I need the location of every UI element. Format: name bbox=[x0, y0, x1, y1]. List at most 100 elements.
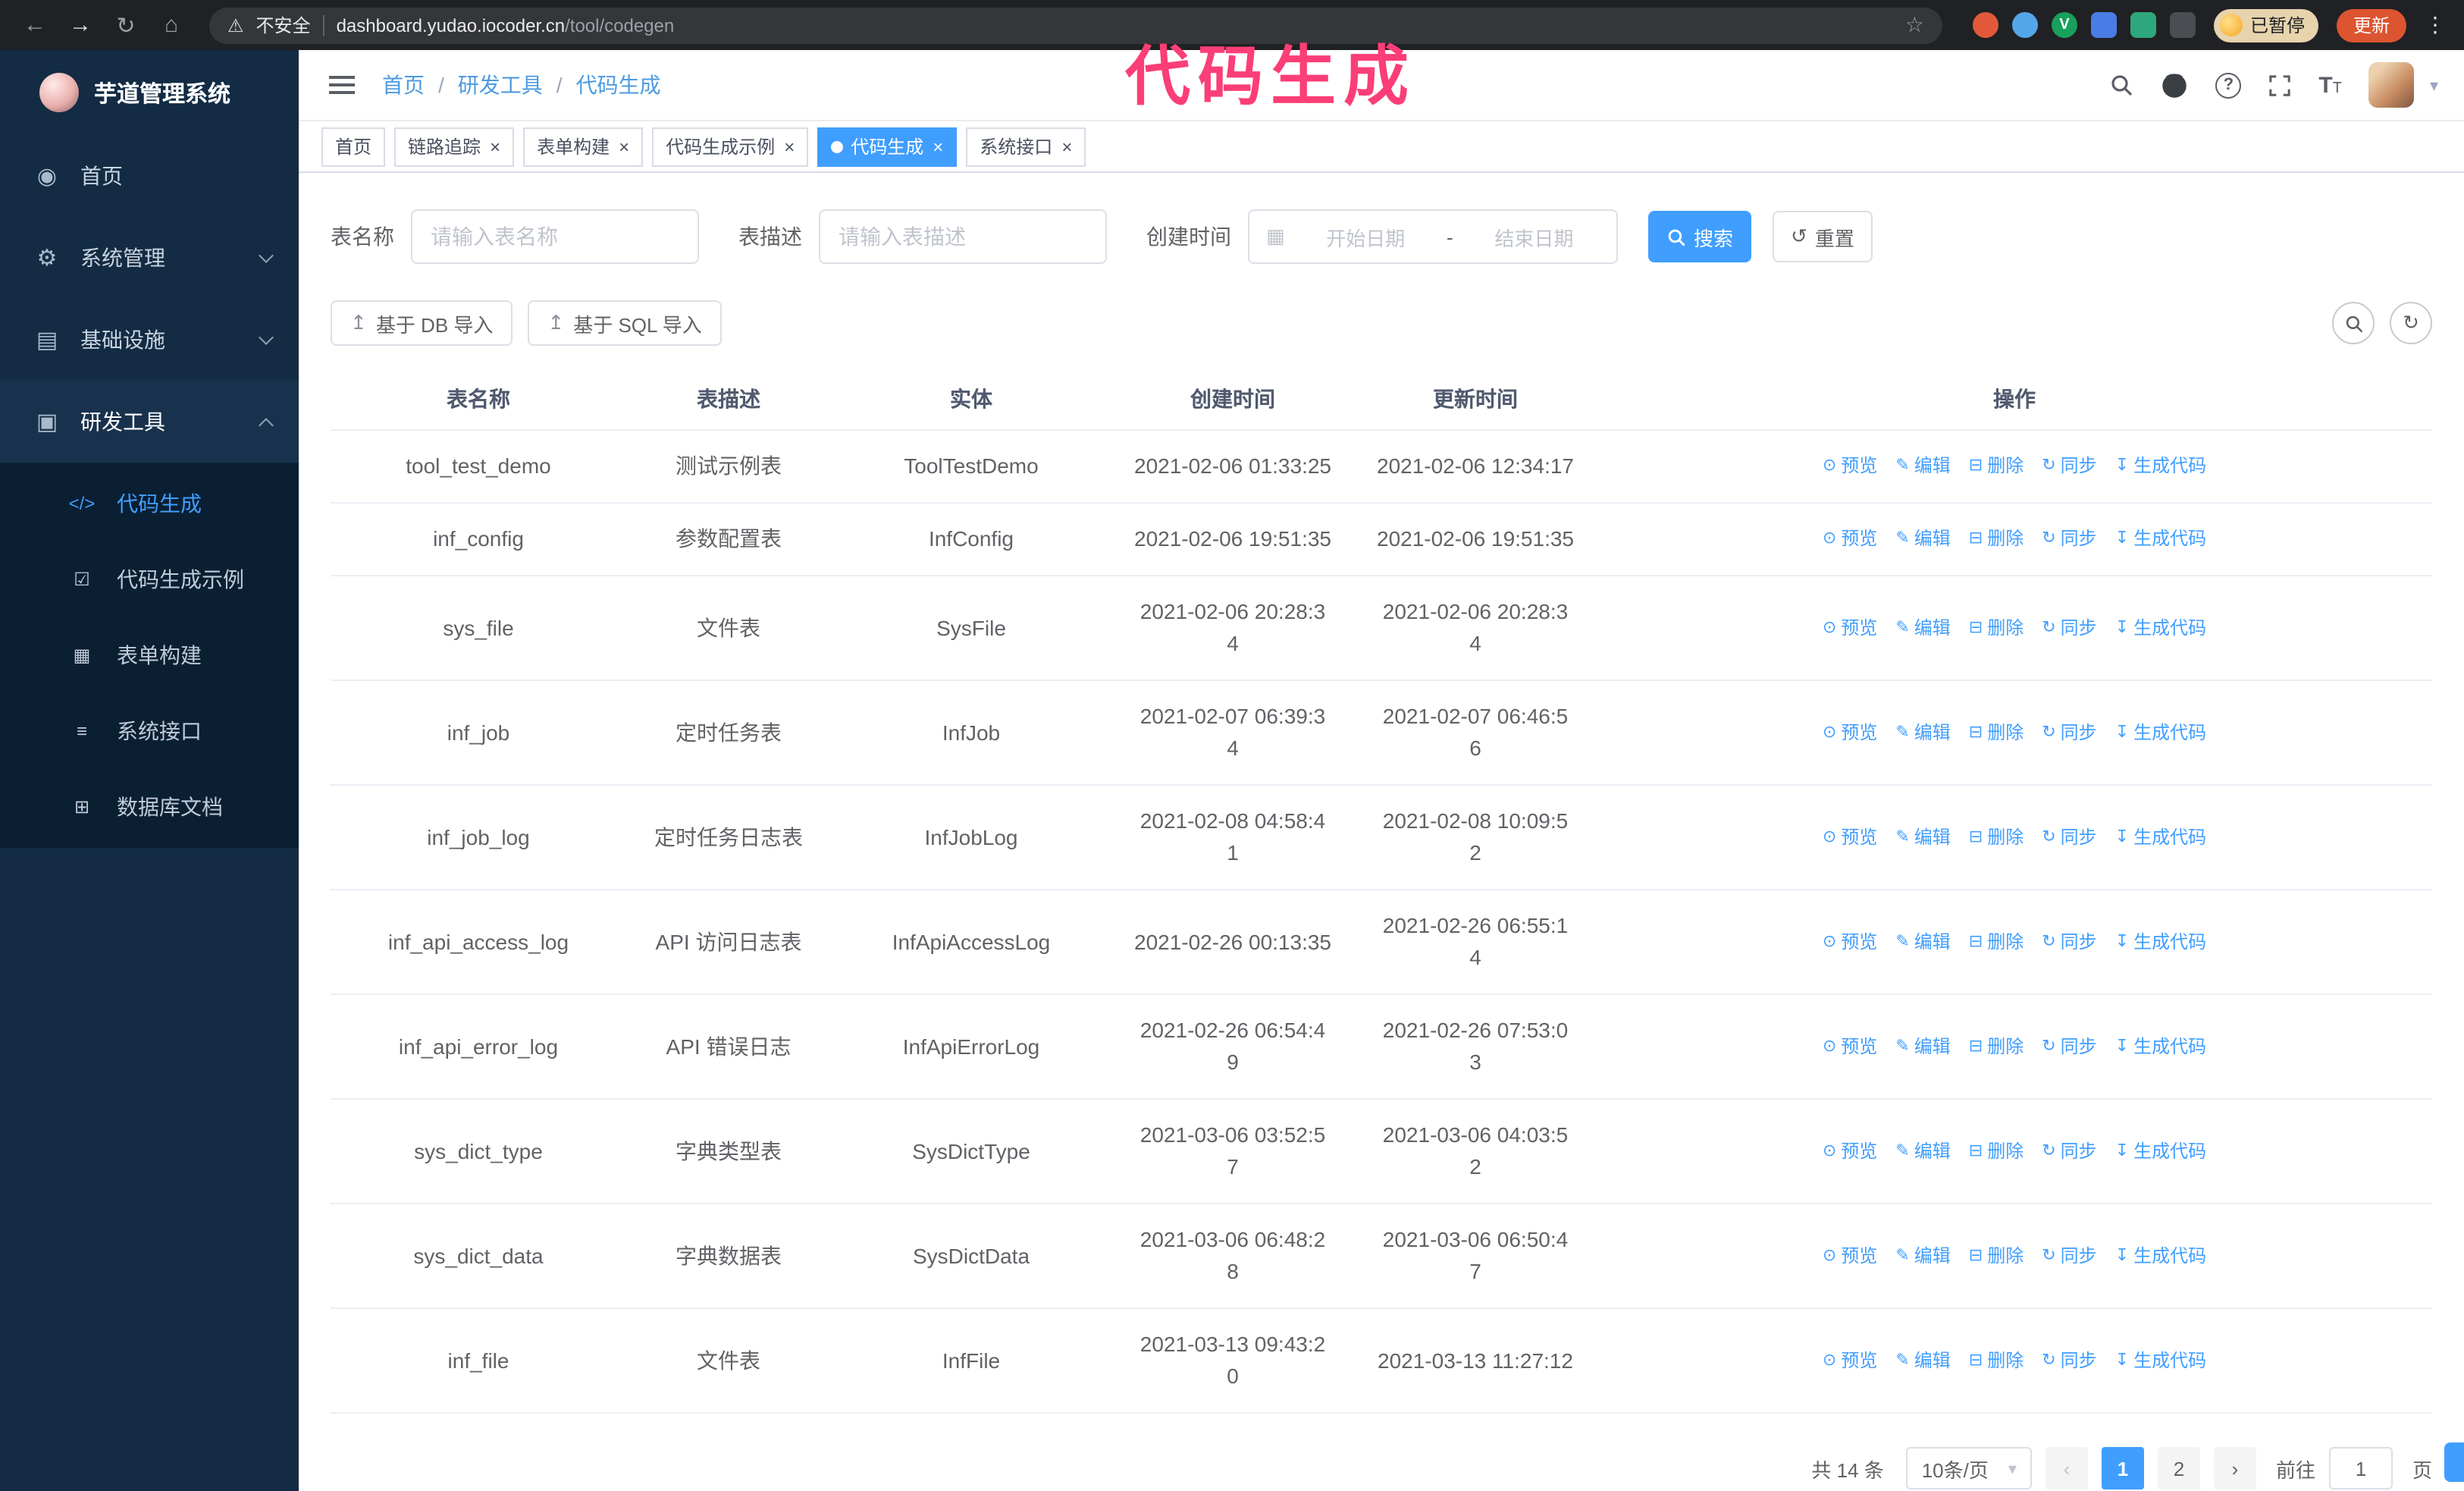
sync-link[interactable]: ↻ 同步 bbox=[2042, 1031, 2096, 1063]
toggle-search-button[interactable] bbox=[2332, 302, 2375, 344]
preview-link[interactable]: ⊙ 预览 bbox=[1823, 612, 1877, 644]
preview-link[interactable]: ⊙ 预览 bbox=[1823, 1031, 1877, 1063]
sync-link[interactable]: ↻ 同步 bbox=[2042, 612, 2096, 644]
tab[interactable]: 首页 bbox=[321, 127, 386, 166]
edit-link[interactable]: ✎ 编辑 bbox=[1895, 1031, 1950, 1063]
help-icon[interactable]: ? bbox=[2215, 72, 2242, 98]
preview-link[interactable]: ⊙ 预览 bbox=[1823, 523, 1877, 555]
breadcrumb-item[interactable]: 研发工具 bbox=[458, 70, 543, 100]
forward-icon[interactable]: → bbox=[61, 5, 100, 45]
table-desc-input[interactable] bbox=[819, 209, 1107, 264]
reset-button[interactable]: ↺ 重置 bbox=[1773, 211, 1873, 262]
delete-link[interactable]: ⊟ 删除 bbox=[1969, 926, 2024, 958]
generate-code-link[interactable]: ↧ 生成代码 bbox=[2115, 821, 2206, 853]
close-icon[interactable]: × bbox=[619, 136, 629, 157]
page-number-button[interactable]: 2 bbox=[2157, 1447, 2200, 1489]
generate-code-link[interactable]: ↧ 生成代码 bbox=[2115, 1135, 2206, 1167]
tab[interactable]: 系统接口 × bbox=[966, 127, 1086, 166]
edit-link[interactable]: ✎ 编辑 bbox=[1895, 450, 1950, 482]
backtop-button[interactable] bbox=[2444, 1442, 2464, 1482]
delete-link[interactable]: ⊟ 删除 bbox=[1969, 717, 2024, 749]
next-page-button[interactable]: › bbox=[2213, 1447, 2256, 1489]
preview-link[interactable]: ⊙ 预览 bbox=[1823, 1135, 1877, 1167]
extension-icon[interactable] bbox=[2169, 12, 2196, 38]
submenu-item[interactable]: ⊞ 数据库文档 bbox=[0, 769, 299, 845]
import-sql-button[interactable]: ↥ 基于 SQL 导入 bbox=[528, 300, 722, 346]
preview-link[interactable]: ⊙ 预览 bbox=[1823, 926, 1877, 958]
extension-icon[interactable] bbox=[1972, 12, 1998, 38]
reload-icon[interactable]: ↻ bbox=[106, 5, 146, 45]
delete-link[interactable]: ⊟ 删除 bbox=[1969, 821, 2024, 853]
submenu-item[interactable]: ☑ 代码生成示例 bbox=[0, 541, 299, 617]
import-db-button[interactable]: ↥ 基于 DB 导入 bbox=[331, 300, 513, 346]
submenu-item[interactable]: ▦ 表单构建 bbox=[0, 617, 299, 693]
sync-link[interactable]: ↻ 同步 bbox=[2042, 1345, 2096, 1376]
preview-link[interactable]: ⊙ 预览 bbox=[1823, 1345, 1877, 1376]
edit-link[interactable]: ✎ 编辑 bbox=[1895, 1135, 1950, 1167]
generate-code-link[interactable]: ↧ 生成代码 bbox=[2115, 523, 2206, 555]
github-icon[interactable] bbox=[2161, 71, 2188, 99]
delete-link[interactable]: ⊟ 删除 bbox=[1969, 1031, 2024, 1063]
edit-link[interactable]: ✎ 编辑 bbox=[1895, 1240, 1950, 1272]
extension-icon[interactable] bbox=[2090, 12, 2117, 38]
preview-link[interactable]: ⊙ 预览 bbox=[1823, 450, 1877, 482]
tab[interactable]: 代码生成 × bbox=[817, 127, 958, 166]
sync-link[interactable]: ↻ 同步 bbox=[2042, 450, 2096, 482]
breadcrumb-item[interactable]: 代码生成 bbox=[576, 70, 661, 100]
table-name-input[interactable] bbox=[411, 209, 699, 264]
user-avatar[interactable] bbox=[2368, 62, 2415, 108]
generate-code-link[interactable]: ↧ 生成代码 bbox=[2115, 1240, 2206, 1272]
menu-item[interactable]: ▣ 研发工具 bbox=[0, 381, 299, 463]
submenu-item[interactable]: ≡ 系统接口 bbox=[0, 693, 299, 769]
menu-item[interactable]: ◉ 首页 bbox=[0, 135, 299, 217]
search-button[interactable]: 搜索 bbox=[1648, 211, 1752, 262]
generate-code-link[interactable]: ↧ 生成代码 bbox=[2115, 1031, 2206, 1063]
prev-page-button[interactable]: ‹ bbox=[2045, 1447, 2088, 1489]
generate-code-link[interactable]: ↧ 生成代码 bbox=[2115, 612, 2206, 644]
edit-link[interactable]: ✎ 编辑 bbox=[1895, 821, 1950, 853]
preview-link[interactable]: ⊙ 预览 bbox=[1823, 821, 1877, 853]
back-icon[interactable]: ← bbox=[15, 5, 55, 45]
edit-link[interactable]: ✎ 编辑 bbox=[1895, 1345, 1950, 1376]
page-number-button[interactable]: 1 bbox=[2101, 1447, 2144, 1489]
page-size-select[interactable]: 10条/页 ▾ bbox=[1906, 1447, 2032, 1489]
security-label[interactable]: 不安全 bbox=[256, 12, 311, 38]
tab[interactable]: 代码生成示例 × bbox=[652, 127, 809, 166]
edit-link[interactable]: ✎ 编辑 bbox=[1895, 612, 1950, 644]
update-button[interactable]: 更新 bbox=[2336, 8, 2406, 42]
breadcrumb-item[interactable]: 首页 bbox=[382, 70, 425, 100]
refresh-button[interactable]: ↻ bbox=[2390, 302, 2432, 344]
tab[interactable]: 表单构建 × bbox=[523, 127, 644, 166]
paused-badge[interactable]: 已暂停 bbox=[2213, 8, 2318, 42]
generate-code-link[interactable]: ↧ 生成代码 bbox=[2115, 450, 2206, 482]
date-range-picker[interactable]: ▦ 开始日期 - 结束日期 bbox=[1248, 209, 1618, 264]
menu-item[interactable]: ▤ 基础设施 bbox=[0, 299, 299, 381]
address-bar[interactable]: ⚠ 不安全 dashboard.yudao.iocoder.cn/tool/co… bbox=[209, 7, 1942, 43]
sync-link[interactable]: ↻ 同步 bbox=[2042, 821, 2096, 853]
delete-link[interactable]: ⊟ 删除 bbox=[1969, 1345, 2024, 1376]
bookmark-star-icon[interactable]: ☆ bbox=[1905, 12, 1924, 38]
app-logo[interactable]: 芋道管理系统 bbox=[0, 50, 299, 135]
hamburger-icon[interactable] bbox=[324, 70, 358, 100]
preview-link[interactable]: ⊙ 预览 bbox=[1823, 717, 1877, 749]
edit-link[interactable]: ✎ 编辑 bbox=[1895, 717, 1950, 749]
close-icon[interactable]: × bbox=[784, 136, 795, 157]
tab[interactable]: 链路追踪 × bbox=[394, 127, 515, 166]
generate-code-link[interactable]: ↧ 生成代码 bbox=[2115, 926, 2206, 958]
fullscreen-icon[interactable] bbox=[2268, 74, 2291, 96]
delete-link[interactable]: ⊟ 删除 bbox=[1969, 450, 2024, 482]
delete-link[interactable]: ⊟ 删除 bbox=[1969, 1135, 2024, 1167]
close-icon[interactable]: × bbox=[490, 136, 500, 157]
sync-link[interactable]: ↻ 同步 bbox=[2042, 1135, 2096, 1167]
close-icon[interactable]: × bbox=[1061, 136, 1072, 157]
submenu-item[interactable]: </> 代码生成 bbox=[0, 466, 299, 541]
sync-link[interactable]: ↻ 同步 bbox=[2042, 1240, 2096, 1272]
extension-icon[interactable] bbox=[2130, 12, 2156, 38]
delete-link[interactable]: ⊟ 删除 bbox=[1969, 1240, 2024, 1272]
menu-item[interactable]: ⚙ 系统管理 bbox=[0, 217, 299, 299]
search-icon[interactable] bbox=[2109, 73, 2133, 97]
goto-page-input[interactable] bbox=[2328, 1447, 2393, 1489]
edit-link[interactable]: ✎ 编辑 bbox=[1895, 523, 1950, 555]
extension-icon[interactable] bbox=[2011, 12, 2038, 38]
sync-link[interactable]: ↻ 同步 bbox=[2042, 926, 2096, 958]
